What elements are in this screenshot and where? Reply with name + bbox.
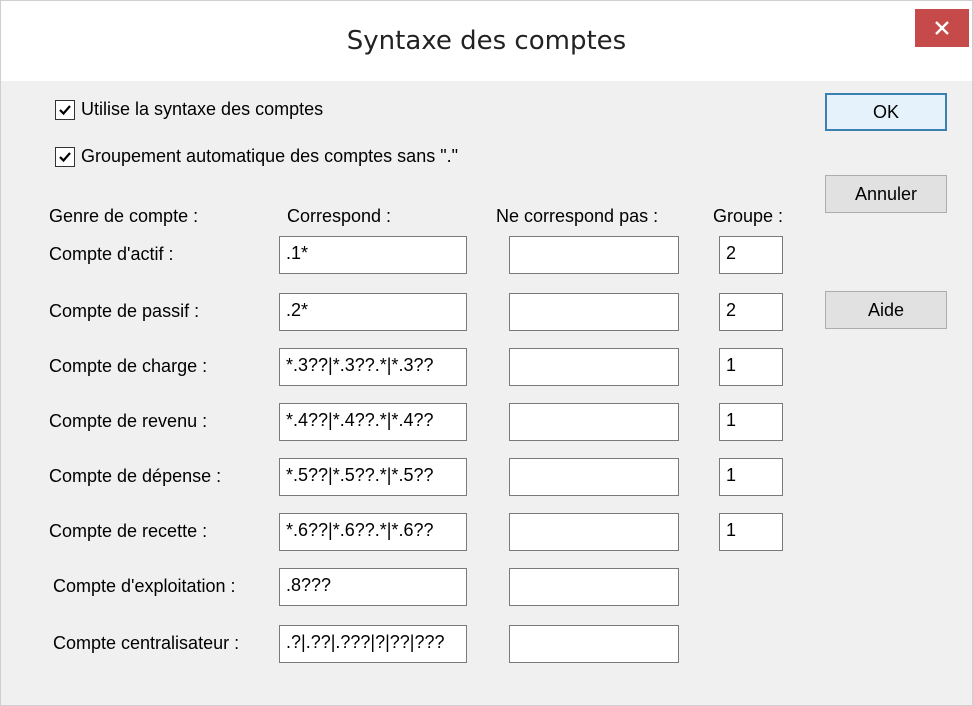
checkbox-label: Groupement automatique des comptes sans …	[81, 146, 458, 166]
title-bar: Syntaxe des comptes	[1, 1, 972, 81]
header-correspond: Correspond :	[287, 206, 392, 226]
close-icon	[935, 21, 949, 35]
row-label: Compte de charge :	[49, 356, 208, 376]
header-groupe: Groupe :	[713, 206, 784, 226]
groupe-field[interactable]: 1	[719, 513, 783, 551]
row-label: Compte d'actif :	[49, 244, 174, 264]
header-genre: Genre de compte :	[49, 206, 199, 226]
ne-correspond-field[interactable]	[509, 236, 679, 274]
groupe-field[interactable]: 1	[719, 348, 783, 386]
correspond-field[interactable]: .8???	[279, 568, 467, 606]
ne-correspond-field[interactable]	[509, 348, 679, 386]
row-label: Compte de passif :	[49, 301, 200, 321]
groupe-field[interactable]: 1	[719, 403, 783, 441]
correspond-field[interactable]: *.3??|*.3??.*|*.3??	[279, 348, 467, 386]
correspond-field[interactable]: *.5??|*.5??.*|*.5??	[279, 458, 467, 496]
correspond-field[interactable]: .?|.??|.???|?|??|???	[279, 625, 467, 663]
check-icon	[59, 151, 71, 162]
correspond-field[interactable]: .2*	[279, 293, 467, 331]
ok-button[interactable]: OK	[825, 93, 947, 131]
help-button[interactable]: Aide	[825, 291, 947, 329]
checkbox-groupement-auto[interactable]: Groupement automatique des comptes sans …	[55, 146, 458, 167]
ne-correspond-field[interactable]	[509, 403, 679, 441]
row-label: Compte centralisateur :	[53, 633, 240, 653]
row-label: Compte de recette :	[49, 521, 208, 541]
header-ne-correspond: Ne correspond pas :	[496, 206, 659, 226]
ne-correspond-field[interactable]	[509, 293, 679, 331]
correspond-field[interactable]: .1*	[279, 236, 467, 274]
close-button[interactable]	[915, 9, 969, 47]
ne-correspond-field[interactable]	[509, 625, 679, 663]
dialog-content: Utilise la syntaxe des comptes Groupemen…	[1, 81, 972, 705]
checkbox-utilise-syntaxe[interactable]: Utilise la syntaxe des comptes	[55, 99, 323, 120]
groupe-field[interactable]: 1	[719, 458, 783, 496]
cancel-button[interactable]: Annuler	[825, 175, 947, 213]
groupe-field[interactable]: 2	[719, 293, 783, 331]
correspond-field[interactable]: *.6??|*.6??.*|*.6??	[279, 513, 467, 551]
checkbox-box[interactable]	[55, 99, 75, 120]
ne-correspond-field[interactable]	[509, 513, 679, 551]
groupe-field[interactable]: 2	[719, 236, 783, 274]
row-label: Compte de dépense :	[49, 466, 222, 486]
correspond-field[interactable]: *.4??|*.4??.*|*.4??	[279, 403, 467, 441]
check-icon	[59, 104, 71, 115]
dialog-window: Syntaxe des comptes Utilise la syntaxe d…	[0, 0, 973, 706]
window-title: Syntaxe des comptes	[346, 26, 627, 56]
row-label: Compte d'exploitation :	[53, 576, 236, 596]
row-label: Compte de revenu :	[49, 411, 208, 431]
ne-correspond-field[interactable]	[509, 568, 679, 606]
checkbox-box[interactable]	[55, 146, 75, 167]
checkbox-label: Utilise la syntaxe des comptes	[81, 99, 324, 119]
ne-correspond-field[interactable]	[509, 458, 679, 496]
